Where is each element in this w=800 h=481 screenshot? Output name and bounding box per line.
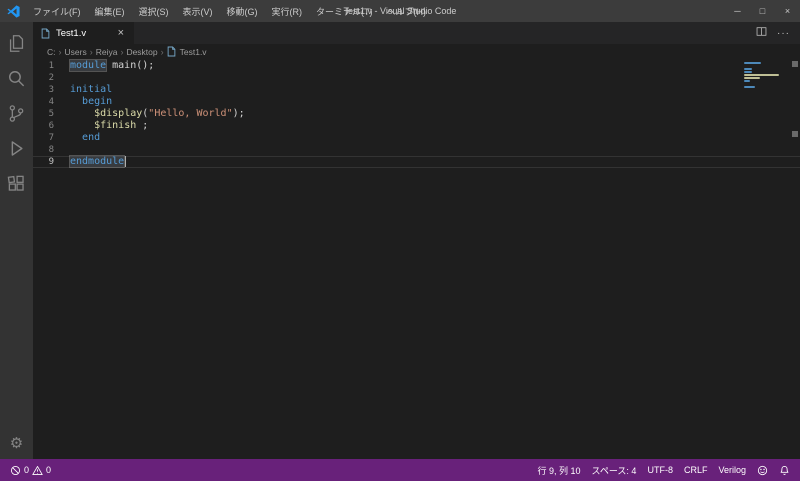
feedback-icon[interactable] <box>757 465 768 476</box>
encoding-indicator[interactable]: UTF-8 <box>647 465 673 475</box>
code-line-9[interactable]: 9 endmodule <box>33 156 800 168</box>
tab-test1-v[interactable]: Test1.v × <box>33 22 135 44</box>
breadcrumb-item-desktop[interactable]: Desktop <box>126 47 157 57</box>
tab-bar: Test1.v × ··· <box>33 22 800 44</box>
vscode-logo-icon <box>0 0 26 22</box>
overview-ruler-mark <box>792 61 798 67</box>
run-debug-icon[interactable] <box>0 131 33 166</box>
tab-bar-actions: ··· <box>746 22 800 44</box>
scrollbar[interactable] <box>790 59 800 459</box>
line-number[interactable]: 3 <box>33 84 70 96</box>
breadcrumb-separator: › <box>160 46 164 57</box>
window-controls: ─ □ × <box>725 0 800 22</box>
editor[interactable]: 1 module main(); 2 3 initial 4 begin 5 $displa… <box>33 59 800 459</box>
bell-icon[interactable] <box>779 465 790 476</box>
code-line-1[interactable]: 1 module main(); <box>33 60 800 72</box>
code-line-2[interactable]: 2 <box>33 72 800 84</box>
line-number[interactable]: 7 <box>33 132 70 144</box>
code-text: endmodule <box>70 156 127 167</box>
indentation-indicator[interactable]: スペース: 4 <box>592 464 637 477</box>
main-area: ⚙ Test1.v × ··· C: › Users › Reiya › Des… <box>0 22 800 459</box>
file-icon <box>167 46 176 57</box>
editor-column: Test1.v × ··· C: › Users › Reiya › Desktop › Tes… <box>33 22 800 459</box>
overview-ruler-mark <box>792 131 798 137</box>
breadcrumb-item-users[interactable]: Users <box>65 47 87 57</box>
text-cursor <box>125 156 127 167</box>
search-icon[interactable] <box>0 61 33 96</box>
cursor-position[interactable]: 行 9, 列 10 <box>537 464 580 477</box>
eol-indicator[interactable]: CRLF <box>684 465 708 475</box>
breadcrumb-separator: › <box>89 46 93 57</box>
menu-selection[interactable]: 選択(S) <box>132 0 176 22</box>
line-number[interactable]: 6 <box>33 120 70 132</box>
activity-bar: ⚙ <box>0 22 33 459</box>
code-line-8[interactable]: 8 <box>33 144 800 156</box>
warning-icon <box>32 465 43 476</box>
error-icon <box>10 465 21 476</box>
code-text: $display("Hello, World"); <box>94 108 245 119</box>
line-number[interactable]: 8 <box>33 144 70 156</box>
minimap[interactable] <box>744 62 788 88</box>
code-text: end <box>82 132 101 143</box>
breadcrumb-item-drive-c[interactable]: C: <box>47 47 56 57</box>
split-editor-icon[interactable] <box>756 26 767 40</box>
code-text: $finish ; <box>94 120 149 131</box>
minimize-button[interactable]: ─ <box>725 0 750 22</box>
line-number[interactable]: 9 <box>33 156 70 168</box>
more-actions-icon[interactable]: ··· <box>777 28 790 39</box>
title-bar: ファイル(F) 編集(E) 選択(S) 表示(V) 移動(G) 実行(R) ターミナル(T)… <box>0 0 800 22</box>
code-line-5[interactable]: 5 $display("Hello, World"); <box>33 108 800 120</box>
code-line-6[interactable]: 6 $finish ; <box>33 120 800 132</box>
window-title: Test1.v - Visual Studio Code <box>343 6 457 16</box>
breadcrumb-separator: › <box>120 46 124 57</box>
error-count: 0 <box>24 465 30 475</box>
extensions-icon[interactable] <box>0 166 33 201</box>
menu-edit[interactable]: 編集(E) <box>88 0 132 22</box>
close-tab-icon[interactable]: × <box>116 27 126 39</box>
line-number[interactable]: 5 <box>33 108 70 120</box>
source-control-icon[interactable] <box>0 96 33 131</box>
breadcrumb-separator: › <box>58 46 62 57</box>
code-line-7[interactable]: 7 end <box>33 132 800 144</box>
menu-file[interactable]: ファイル(F) <box>26 0 88 22</box>
breadcrumb-item-test1-v[interactable]: Test1.v <box>180 47 207 57</box>
vscode-window: ファイル(F) 編集(E) 選択(S) 表示(V) 移動(G) 実行(R) ターミナル(T)… <box>0 0 800 481</box>
status-bar: 0 0 行 9, 列 10 スペース: 4 UTF-8 CRLF Verilog <box>0 459 800 481</box>
line-number[interactable]: 4 <box>33 96 70 108</box>
code-line-4[interactable]: 4 begin <box>33 96 800 108</box>
line-number[interactable]: 2 <box>33 72 70 84</box>
code-text: initial <box>70 84 113 95</box>
breadcrumb: C: › Users › Reiya › Desktop › Test1.v <box>33 44 800 59</box>
file-icon <box>41 28 50 39</box>
maximize-button[interactable]: □ <box>750 0 775 22</box>
code-line-3[interactable]: 3 initial <box>33 84 800 96</box>
explorer-icon[interactable] <box>0 26 33 61</box>
menu-go[interactable]: 移動(G) <box>220 0 265 22</box>
language-indicator[interactable]: Verilog <box>718 465 746 475</box>
code-text: begin <box>82 96 113 107</box>
close-button[interactable]: × <box>775 0 800 22</box>
code-text: module main(); <box>70 60 155 71</box>
problems-indicator[interactable]: 0 0 <box>10 465 51 476</box>
menu-run[interactable]: 実行(R) <box>265 0 310 22</box>
warning-count: 0 <box>46 465 52 475</box>
gear-icon[interactable]: ⚙ <box>0 427 33 459</box>
menu-view[interactable]: 表示(V) <box>176 0 220 22</box>
line-number[interactable]: 1 <box>33 60 70 72</box>
tab-label: Test1.v <box>56 27 87 39</box>
code-lines: 1 module main(); 2 3 initial 4 begin 5 $displa… <box>33 60 800 168</box>
breadcrumb-item-reiya[interactable]: Reiya <box>96 47 118 57</box>
